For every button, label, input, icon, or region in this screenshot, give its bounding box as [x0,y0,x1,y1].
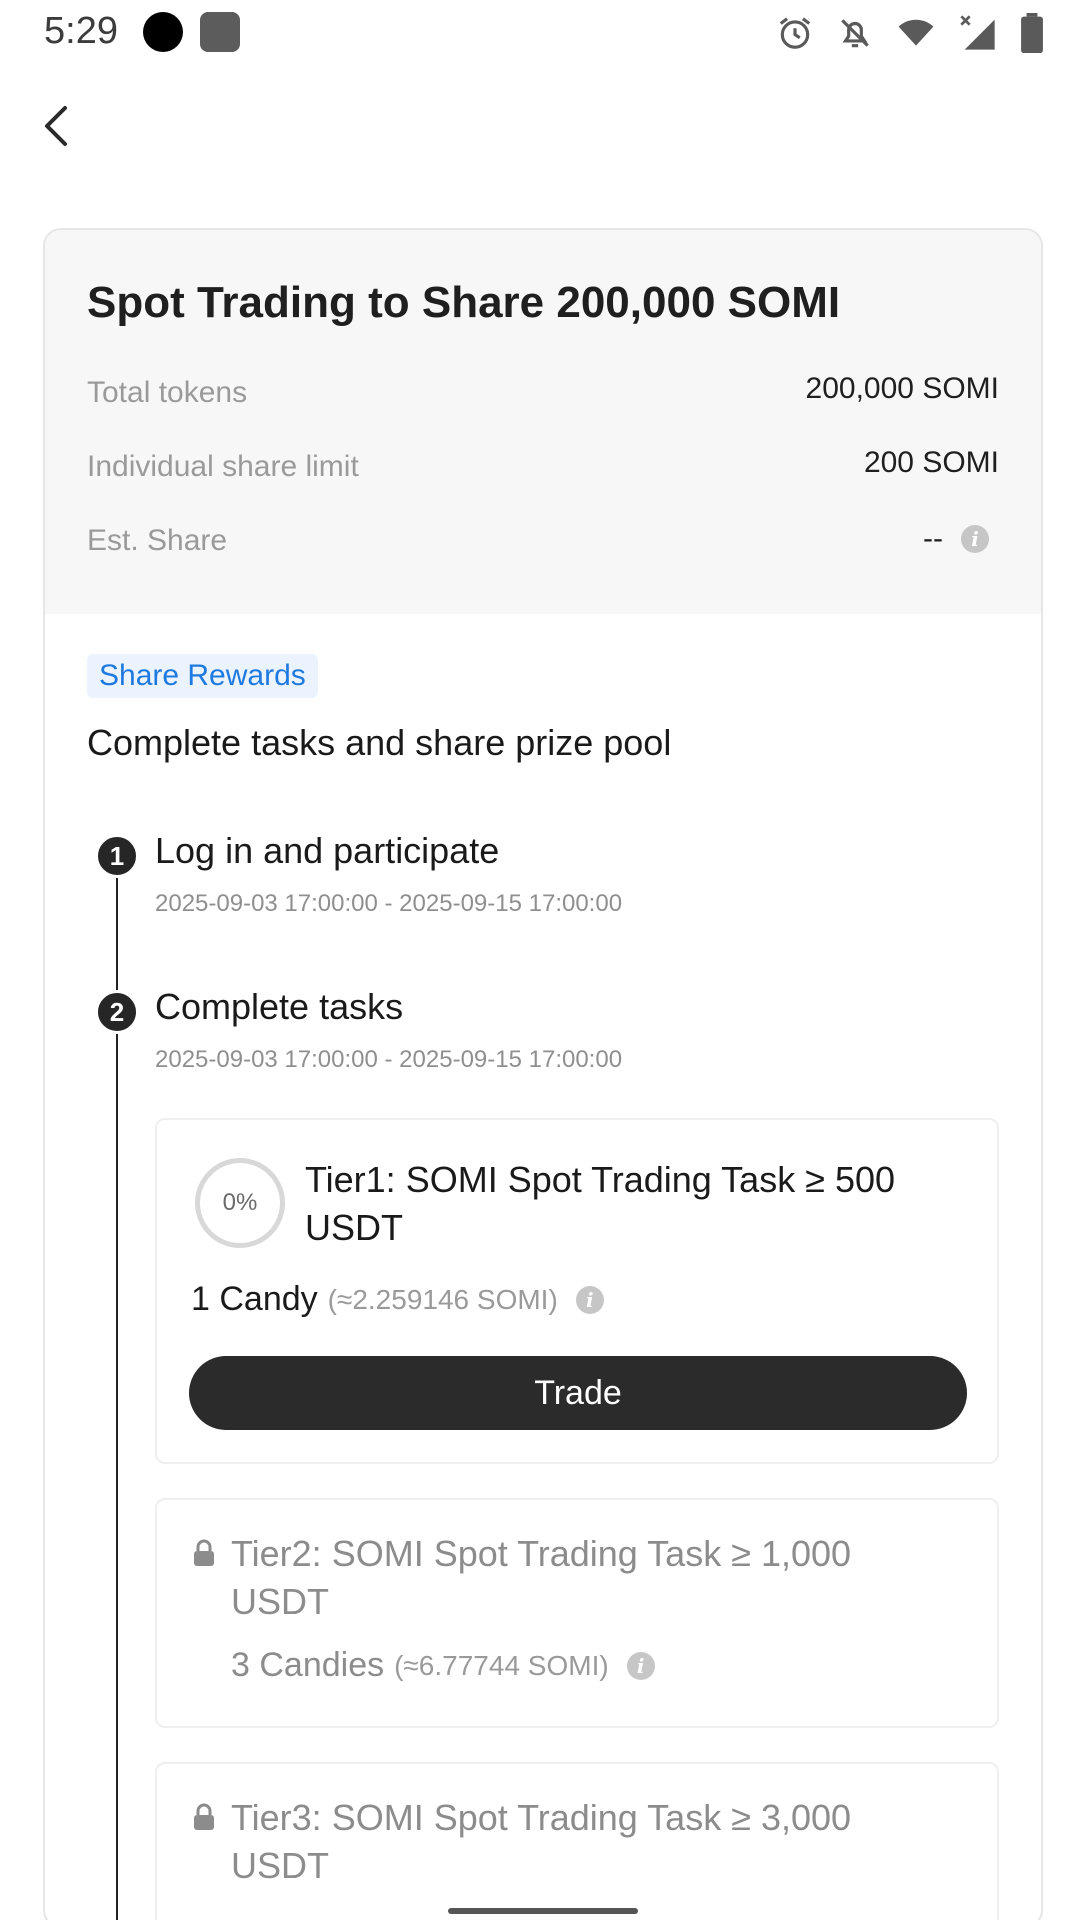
step-time-1: 2025-09-03 17:00:00 - 2025-09-15 17:00:0… [155,890,623,917]
info-icon[interactable]: i [575,1285,604,1314]
screen: 5:29 Spot Trading to Share 200,000 SOMI … [0,0,1080,1920]
back-button[interactable] [30,96,82,156]
status-bar: 5:29 [0,0,1080,66]
est-share-label: Est. Share [87,524,228,557]
lock-icon [194,1539,214,1566]
campaign-summary: Spot Trading to Share 200,000 SOMI Total… [45,230,1041,614]
progress-ring: 0% [195,1158,285,1248]
battery-icon [1021,13,1043,53]
task-title: Tier3: SOMI Spot Trading Task ≥ 3,000 US… [231,1797,852,1886]
notification-dot-icon [143,12,183,52]
chevron-left-icon [45,106,67,146]
alarm-icon [779,17,811,49]
status-time: 5:29 [44,10,118,52]
total-tokens-label: Total tokens [87,376,248,409]
share-limit-label: Individual share limit [87,450,359,483]
task-tier-3: Tier3: SOMI Spot Trading Task ≥ 3,000 US… [155,1762,999,1920]
step-number-1: 1 [95,834,139,878]
campaign-title: Spot Trading to Share 200,000 SOMI [87,278,841,327]
task-title: Tier2: SOMI Spot Trading Task ≥ 1,000 US… [231,1533,852,1622]
lock-icon [194,1803,214,1830]
reward-approx: (≈6.77744 SOMI) [394,1649,609,1681]
share-rewards-badge: Share Rewards [87,654,318,698]
task-tier-2: Tier2: SOMI Spot Trading Task ≥ 1,000 US… [155,1498,999,1728]
reward-amount: 1 Candy [191,1280,318,1318]
notification-app-icon [200,12,240,52]
est-share-value-group: -- i [923,522,989,556]
reward-approx: (≈2.259146 SOMI) [327,1283,558,1315]
wifi-icon [898,19,934,46]
task-reward: 3 Candies (≈6.77744 SOMI) i [231,1646,655,1685]
est-share-value: -- [923,522,943,555]
total-tokens-value: 200,000 SOMI [805,372,999,405]
reward-amount: 3 Candies [231,1646,385,1684]
task-reward: 1 Candy (≈2.259146 SOMI) i [191,1280,604,1319]
step-number-2: 2 [95,990,139,1034]
share-limit-value: 200 SOMI [863,446,999,479]
campaign-card: Spot Trading to Share 200,000 SOMI Total… [43,228,1043,1920]
step-title-2: Complete tasks [155,986,404,1027]
step-time-2: 2025-09-03 17:00:00 - 2025-09-15 17:00:0… [155,1046,623,1073]
rewards-subtitle: Complete tasks and share prize pool [87,722,672,763]
trade-button[interactable]: Trade [189,1356,967,1430]
signal-icon [960,15,995,50]
status-icons [776,12,1044,54]
task-title: Tier1: SOMI Spot Trading Task ≥ 500 USDT [305,1159,896,1248]
notifications-off-icon [841,19,869,48]
home-indicator[interactable] [448,1908,638,1914]
info-icon[interactable]: i [961,525,989,553]
info-icon[interactable]: i [626,1651,655,1680]
step-title-1: Log in and participate [155,830,500,871]
task-tier-1: 0% Tier1: SOMI Spot Trading Task ≥ 500 U… [155,1118,999,1464]
